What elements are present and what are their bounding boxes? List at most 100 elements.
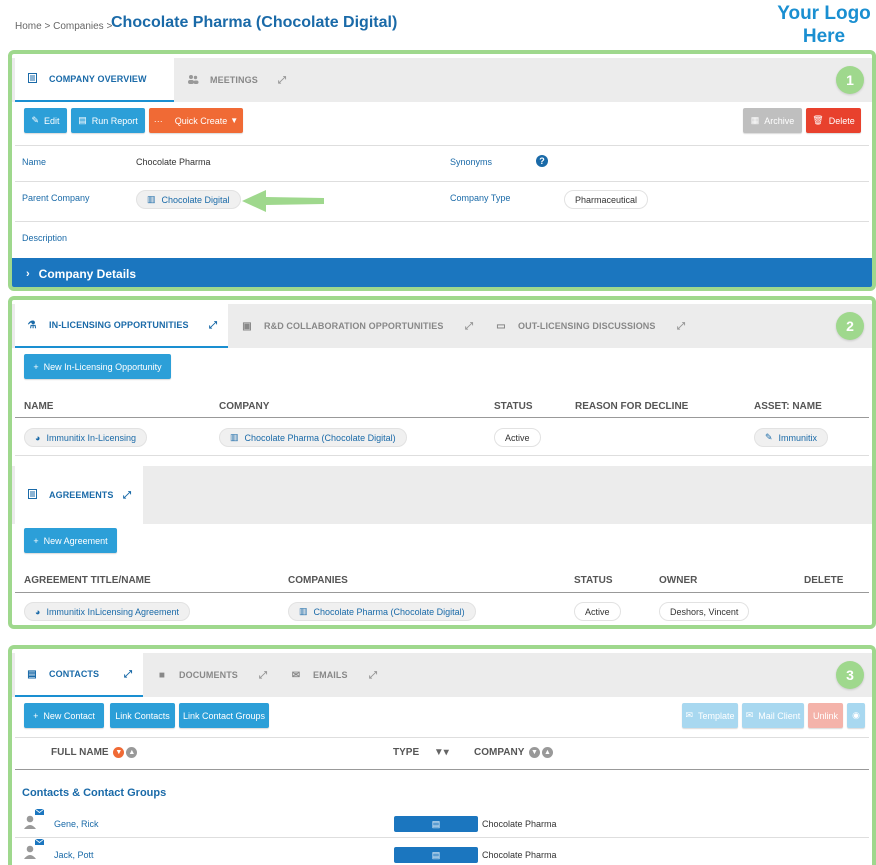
contacts-tabbar: ▤ CONTACTS ⤢ ■ DOCUMENTS ⤢ ✉ EMAILS ⤢ — [12, 653, 872, 697]
mail-client-label: Mail Client — [758, 710, 801, 721]
column-header-agreement-status[interactable]: STATUS — [574, 575, 613, 586]
new-agreement-button[interactable]: + New Agreement — [24, 528, 117, 553]
logo-line-2: Here — [802, 26, 846, 47]
column-header-name[interactable]: NAME — [24, 401, 53, 412]
tab-in-licensing-label: IN-LICENSING OPPORTUNITIES — [49, 320, 189, 330]
expand-icon[interactable]: ⤢ — [369, 670, 377, 681]
pill-icon: ✎ — [765, 432, 773, 442]
divider — [15, 221, 869, 222]
company-details-toggle[interactable]: › Company Details — [12, 258, 872, 287]
archive-button[interactable]: ▦ Archive — [743, 108, 802, 133]
breadcrumb: Home > Companies > — [15, 21, 112, 32]
expand-icon[interactable]: ⤢ — [677, 321, 685, 332]
tab-documents[interactable]: ■ DOCUMENTS ⤢ — [143, 653, 277, 697]
new-contact-button[interactable]: + New Contact — [24, 703, 104, 728]
divider — [15, 455, 869, 456]
sort-asc-icon[interactable]: ▲ — [541, 747, 553, 758]
link-contact-groups-button[interactable]: Link Contact Groups — [179, 703, 269, 728]
tab-rnd-collaboration[interactable]: ▣ R&D COLLABORATION OPPORTUNITIES ⤢ — [230, 304, 482, 348]
column-header-type[interactable]: TYPE ▼▾ — [393, 747, 449, 758]
parent-company-chip[interactable]: ▥ Chocolate Digital — [136, 190, 241, 209]
tab-meetings[interactable]: MEETINGS ⤢ — [174, 58, 298, 102]
tab-out-licensing-label: OUT-LICENSING DISCUSSIONS — [518, 321, 656, 331]
filter-icon[interactable]: ▼▾ — [434, 747, 449, 758]
template-label: Template — [698, 710, 735, 721]
flask-icon: ⚗ — [27, 319, 37, 331]
expand-icon[interactable]: ⤢ — [465, 321, 473, 332]
tab-company-overview-label: COMPANY OVERVIEW — [49, 74, 147, 84]
expand-icon[interactable]: ⤢ — [278, 75, 286, 86]
unlink-button[interactable]: Unlink — [808, 703, 843, 728]
agreement-icon: ◕ — [35, 606, 41, 617]
plus-icon: + — [33, 535, 39, 546]
column-header-asset[interactable]: ASSET: NAME — [754, 401, 822, 412]
column-header-status[interactable]: STATUS — [494, 401, 533, 412]
tab-company-overview[interactable]: COMPANY OVERVIEW — [15, 58, 174, 102]
column-header-owner[interactable]: OWNER — [659, 575, 697, 586]
run-report-button[interactable]: ▤ Run Report — [71, 108, 145, 133]
document-icon — [25, 72, 39, 86]
agreements-tabbar: AGREEMENTS ⤢ — [12, 466, 872, 524]
view-button[interactable]: ◉ — [847, 703, 865, 728]
contacts-panel: ▤ CONTACTS ⤢ ■ DOCUMENTS ⤢ ✉ EMAILS ⤢ 3 … — [8, 645, 876, 865]
asset-chip[interactable]: ✎ Immunitix — [754, 428, 829, 447]
breadcrumb-companies[interactable]: Companies — [53, 21, 104, 32]
image-icon: ▣ — [242, 320, 252, 332]
help-icon[interactable]: ? — [536, 155, 548, 167]
quick-create-label: Quick Create — [174, 115, 228, 126]
agreement-title: Immunitix InLicensing Agreement — [46, 606, 180, 617]
expand-icon[interactable]: ⤢ — [259, 670, 267, 681]
delete-button[interactable]: 🗑 Delete — [806, 108, 861, 133]
sort-desc-icon[interactable]: ▼ — [528, 747, 540, 758]
new-in-licensing-button[interactable]: + New In-Licensing Opportunity — [24, 354, 171, 379]
status-badge: Active — [494, 428, 541, 447]
tab-out-licensing[interactable]: ▭ OUT-LICENSING DISCUSSIONS ⤢ — [484, 304, 694, 348]
mail-client-button[interactable]: ✉ Mail Client — [742, 703, 804, 728]
company-overview-panel: COMPANY OVERVIEW MEETINGS ⤢ 1 ✎ Edit ▤ Run… — [8, 50, 876, 291]
sort-desc-icon[interactable]: ▼ — [113, 747, 125, 758]
opportunity-status: Active — [505, 432, 530, 443]
archive-label: Archive — [764, 115, 795, 126]
tab-agreements[interactable]: AGREEMENTS ⤢ — [15, 466, 143, 524]
column-header-company[interactable]: COMPANY — [219, 401, 269, 412]
expand-icon[interactable]: ⤢ — [123, 490, 131, 501]
column-header-full-name[interactable]: FULL NAME ▼ ▲ — [51, 747, 138, 759]
expand-icon[interactable]: ⤢ — [124, 669, 132, 680]
opportunity-company-chip[interactable]: ▥ Chocolate Pharma (Chocolate Digital) — [219, 428, 407, 447]
contact-name[interactable]: Gene, Rick — [54, 819, 99, 829]
company-type-chip: Pharmaceutical — [564, 190, 649, 209]
contact-name[interactable]: Jack, Pott — [54, 850, 94, 860]
tab-documents-label: DOCUMENTS — [179, 670, 238, 680]
eye-icon: ◉ — [852, 710, 860, 720]
tab-in-licensing[interactable]: ⚗ IN-LICENSING OPPORTUNITIES ⤢ — [15, 304, 228, 348]
opportunity-icon: ◕ — [35, 432, 41, 443]
column-header-companies[interactable]: COMPANIES — [288, 575, 348, 586]
link-contacts-button[interactable]: Link Contacts — [110, 703, 175, 728]
company-type-label: Company Type — [450, 193, 511, 203]
opportunity-name-chip[interactable]: ◕ Immunitix In-Licensing — [24, 428, 147, 447]
opportunities-panel: ⚗ IN-LICENSING OPPORTUNITIES ⤢ ▣ R&D COL… — [8, 296, 876, 629]
breadcrumb-home[interactable]: Home — [15, 21, 42, 32]
template-button[interactable]: ✉ Template — [682, 703, 738, 728]
quick-create-button[interactable]: ··· Quick Create ▼ — [149, 108, 243, 133]
contact-type-badge: ▤ — [394, 847, 478, 863]
description-label: Description — [22, 233, 68, 243]
column-header-reason[interactable]: REASON FOR DECLINE — [575, 401, 688, 412]
tab-emails[interactable]: ✉ EMAILS ⤢ — [279, 653, 387, 697]
sort-asc-icon[interactable]: ▲ — [126, 747, 138, 758]
agreement-title-chip[interactable]: ◕ Immunitix InLicensing Agreement — [24, 602, 191, 621]
logo: Your Logo Here — [766, 2, 876, 48]
tab-contacts[interactable]: ▤ CONTACTS ⤢ — [15, 653, 143, 697]
ellipsis-icon: ··· — [153, 115, 163, 126]
contacts-section-title: Contacts & Contact Groups — [22, 787, 167, 799]
expand-icon[interactable]: ⤢ — [209, 320, 217, 331]
agreement-companies-chip[interactable]: ▥ Chocolate Pharma (Chocolate Digital) — [288, 602, 476, 621]
edit-button[interactable]: ✎ Edit — [24, 108, 67, 133]
document-icon — [25, 488, 39, 502]
full-name-header-label: FULL NAME — [51, 747, 109, 759]
archive-icon: ▦ — [750, 115, 760, 125]
column-header-agreement-title[interactable]: AGREEMENT TITLE/NAME — [24, 575, 151, 586]
column-header-company[interactable]: COMPANY ▼ ▲ — [474, 747, 553, 758]
breadcrumb-separator: > — [41, 21, 54, 32]
parent-company-value: Chocolate Digital — [161, 194, 230, 205]
